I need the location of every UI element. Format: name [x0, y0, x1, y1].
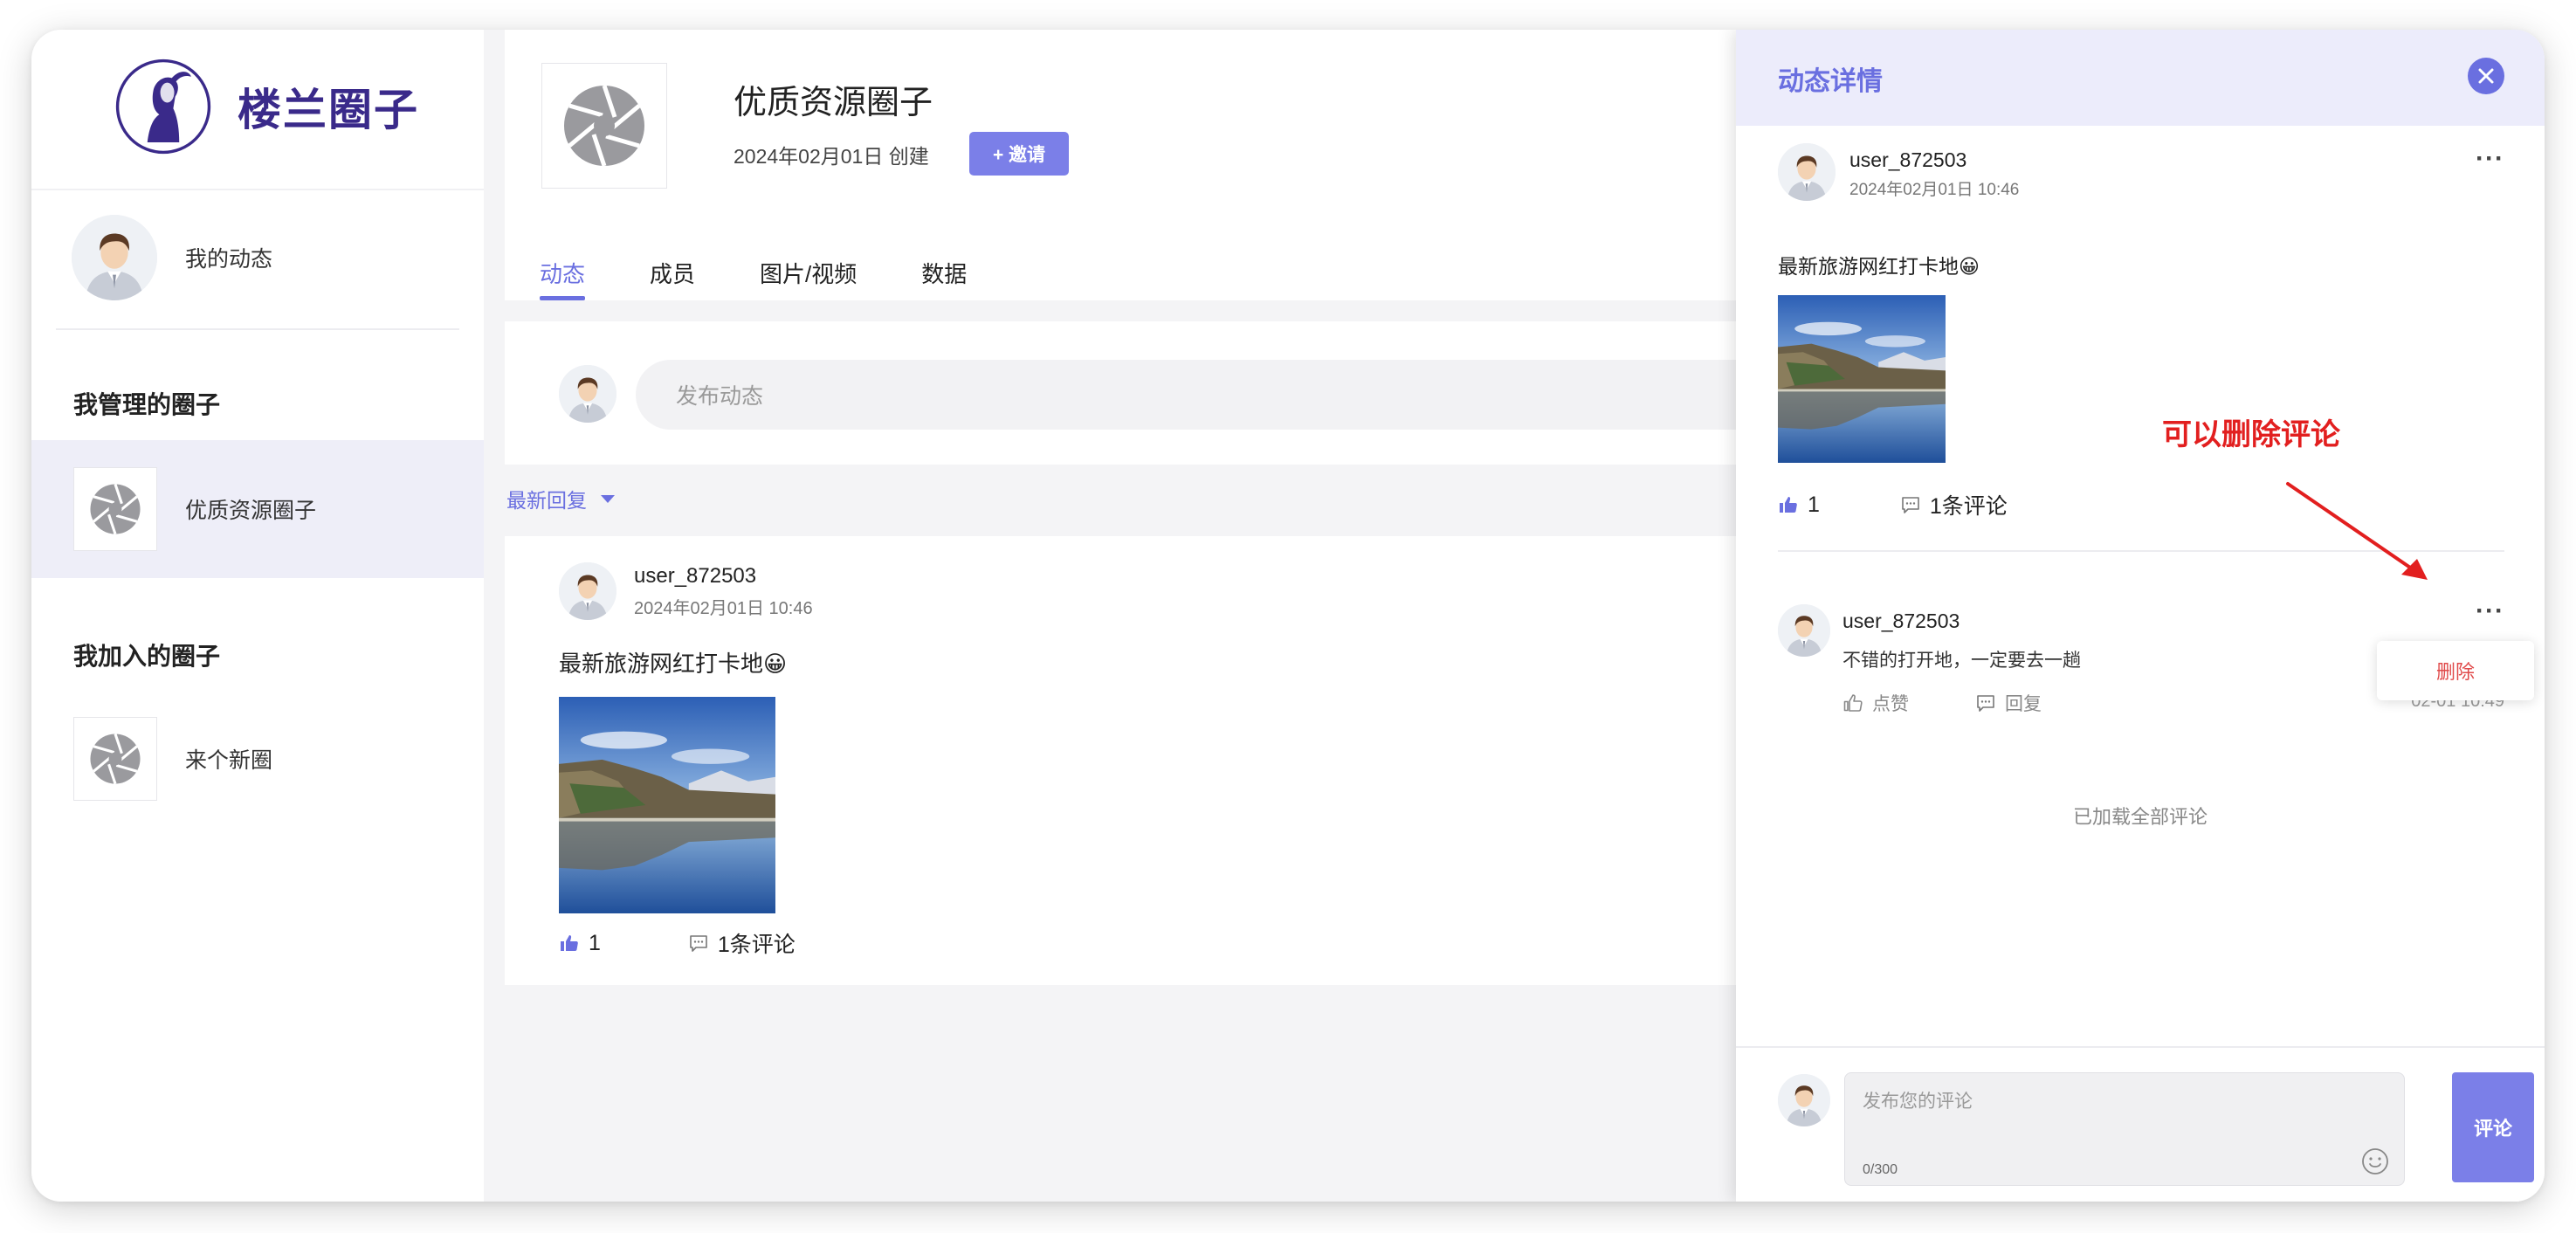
invite-button[interactable]: + 邀请: [969, 132, 1069, 176]
avatar: [1778, 1074, 1830, 1126]
sidebar-item-label: 优质资源圈子: [185, 499, 317, 523]
comment-reply-button[interactable]: 回复: [1975, 690, 2042, 716]
group-created-date: 2024年02月01日 创建: [734, 145, 929, 168]
my-activity-link[interactable]: 我的动态: [72, 215, 272, 300]
close-button[interactable]: [2468, 58, 2504, 94]
thumb-up-icon: [559, 933, 580, 954]
post-timestamp: 2024年02月01日 10:46: [634, 599, 813, 618]
brand-name: 楼兰圈子: [238, 86, 419, 134]
sidebar-item-managed-circle[interactable]: 优质资源圈子: [31, 440, 484, 578]
post-username[interactable]: user_872503: [1849, 148, 1966, 172]
post-timestamp: 2024年02月01日 10:46: [1849, 181, 2020, 199]
app-window: 楼兰圈子 我的动态 我管理的圈子 优质资源圈子 我加入的圈子 来个新圈 优质资源…: [31, 30, 2545, 1202]
circle-thumbnail: [73, 717, 157, 801]
post-text: 最新旅游网红打卡地😀: [1778, 255, 1980, 278]
feed-post-card[interactable]: user_872503 2024年02月01日 10:46 最新旅游网红打卡地😀…: [505, 536, 1815, 985]
comment-like-button[interactable]: 点赞: [1842, 690, 1909, 716]
sidebar-item-joined-circle[interactable]: 来个新圈: [31, 690, 484, 828]
comment-actions: 点赞 回复: [1842, 690, 2042, 716]
sort-dropdown[interactable]: 最新回复: [506, 484, 615, 513]
panel-header: 动态详情: [1736, 30, 2545, 126]
comment-icon: [1975, 692, 1996, 713]
shutter-icon: [561, 82, 648, 169]
comment-count: 1条评论: [717, 933, 796, 957]
comment-icon: [1900, 494, 1921, 515]
my-activity-label: 我的动态: [185, 247, 273, 272]
post-input[interactable]: 发布动态: [636, 360, 1858, 430]
tab-bar: 动态 成员 图片/视频 数据: [540, 257, 1031, 300]
close-icon: [2478, 68, 2494, 84]
tab-members[interactable]: 成员: [650, 257, 695, 300]
comment-text: 不错的打开地，一定要去一趟: [1842, 651, 2081, 671]
comment-reply-label: 回复: [2005, 694, 2042, 714]
brand[interactable]: 楼兰圈子: [114, 56, 419, 157]
caret-down-icon: [601, 494, 615, 503]
post-image[interactable]: [1778, 295, 1946, 463]
divider: [56, 328, 459, 330]
avatar[interactable]: [559, 562, 616, 620]
like-count: 1: [1808, 492, 1820, 517]
annotation-label: 可以删除评论: [2162, 418, 2340, 451]
post-username[interactable]: user_872503: [634, 564, 756, 589]
group-header: 优质资源圈子 2024年02月01日 创建 + 邀请 动态 成员 图片/视频 数…: [505, 30, 1815, 300]
comment-count: 1条评论: [1929, 494, 2008, 519]
annotation-arrow-icon: [2286, 482, 2428, 580]
sidebar: 楼兰圈子 我的动态 我管理的圈子 优质资源圈子 我加入的圈子 来个新圈: [31, 30, 484, 1202]
group-title: 优质资源圈子: [734, 85, 933, 121]
shutter-icon: [88, 732, 142, 786]
tab-data[interactable]: 数据: [921, 257, 967, 300]
sort-label: 最新回复: [506, 489, 587, 512]
comment-input-placeholder: 发布您的评论: [1863, 1092, 1973, 1112]
panel-title: 动态详情: [1778, 67, 1883, 96]
delete-comment-menu-item[interactable]: 删除: [2377, 641, 2534, 700]
comment-composer: 发布您的评论 0/300 评论: [1736, 1046, 2545, 1202]
comment-like-label: 点赞: [1872, 694, 1909, 714]
avatar: [559, 365, 616, 423]
divider: [31, 189, 484, 190]
avatar[interactable]: [1778, 143, 1836, 201]
shutter-icon: [88, 482, 142, 536]
brand-logo-icon: [115, 59, 211, 155]
group-thumbnail: [541, 63, 667, 189]
avatar[interactable]: [1778, 604, 1830, 657]
post-composer: 发布动态: [505, 321, 1858, 465]
comment-username[interactable]: user_872503: [1842, 610, 1960, 633]
thumb-up-icon: [1842, 692, 1863, 713]
more-icon[interactable]: ···: [2476, 598, 2504, 624]
avatar: [72, 215, 157, 300]
post-image[interactable]: [559, 697, 775, 913]
tab-media[interactable]: 图片/视频: [760, 257, 857, 300]
comments-button[interactable]: 1条评论: [688, 927, 796, 959]
circle-thumbnail: [73, 467, 157, 551]
like-button[interactable]: 1: [1778, 493, 1820, 518]
like-count: 1: [589, 930, 601, 955]
emoji-icon[interactable]: [2360, 1147, 2390, 1176]
managed-circles-heading: 我管理的圈子: [73, 391, 221, 418]
comments-button[interactable]: 1条评论: [1900, 489, 2008, 520]
comment-icon: [688, 933, 709, 954]
tab-activity[interactable]: 动态: [540, 257, 586, 300]
submit-comment-button[interactable]: 评论: [2452, 1072, 2534, 1182]
comment-input[interactable]: 发布您的评论 0/300: [1844, 1072, 2405, 1186]
post-detail-panel: 动态详情 user_872503 2024年02月01日 10:46 ··· 最…: [1736, 30, 2545, 1202]
post-text: 最新旅游网红打卡地😀: [559, 651, 788, 677]
sidebar-item-label: 来个新圈: [185, 748, 273, 773]
character-count: 0/300: [1863, 1162, 1898, 1177]
more-icon[interactable]: ···: [2476, 146, 2504, 172]
loaded-all-status: 已加载全部评论: [2072, 806, 2208, 828]
like-button[interactable]: 1: [559, 931, 601, 956]
post-actions: 1 1条评论: [1778, 489, 2008, 520]
thumb-up-icon: [1778, 494, 1799, 515]
joined-circles-heading: 我加入的圈子: [73, 643, 221, 670]
post-actions: 1 1条评论: [559, 927, 796, 959]
